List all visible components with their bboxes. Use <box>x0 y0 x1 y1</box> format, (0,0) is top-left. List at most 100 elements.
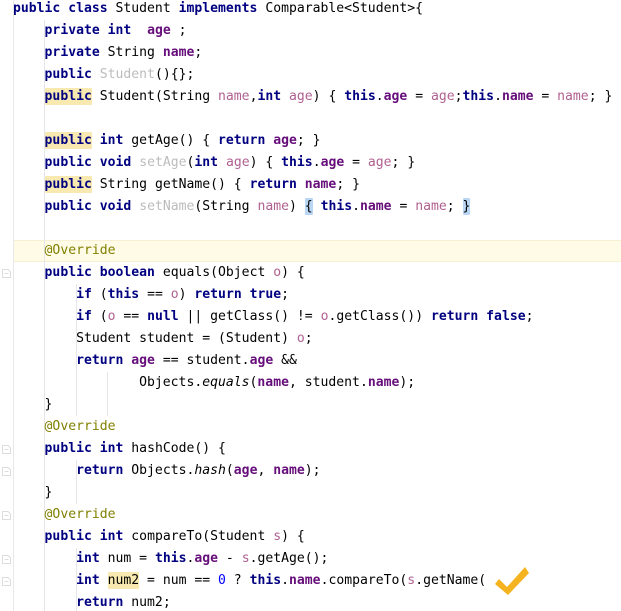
code-line[interactable]: public void setAge(int age) { this.age =… <box>0 152 621 174</box>
code-line[interactable]: return age == student.age && <box>0 350 621 372</box>
code-token: Student <box>76 331 132 346</box>
code-token: s <box>407 573 416 588</box>
code-token: name <box>218 89 250 104</box>
code-token: return <box>249 177 297 192</box>
code-token: = <box>344 155 368 170</box>
code-line[interactable]: private int age ; <box>0 20 621 42</box>
fold-collapse-icon[interactable] <box>2 269 11 278</box>
code-token: int <box>99 441 124 456</box>
code-token: name <box>304 177 337 192</box>
code-token: if <box>76 287 92 302</box>
code-token: == <box>139 287 171 302</box>
code-line[interactable]: } <box>0 482 621 504</box>
code-token: int <box>107 23 132 38</box>
code-line[interactable]: public boolean equals(Object o) { <box>0 262 621 284</box>
fold-collapse-icon[interactable] <box>2 577 11 586</box>
code-token: class <box>68 1 108 16</box>
fold-collapse-icon[interactable] <box>2 445 11 454</box>
code-line[interactable]: int num = this.age - s.getAge(); <box>0 548 621 570</box>
code-token: getName <box>154 177 211 192</box>
code-line[interactable]: return Objects.hash(age, name); <box>0 460 621 482</box>
fold-collapse-icon[interactable] <box>2 555 11 564</box>
code-line[interactable]: return num2; <box>0 592 621 611</box>
code-line[interactable]: public Student(String name,int age) { th… <box>0 86 621 108</box>
code-token: . <box>281 573 290 588</box>
code-token: o <box>273 265 282 280</box>
code-token: Student <box>115 1 171 16</box>
code-token: ) { <box>249 155 282 170</box>
code-token: ( <box>478 573 487 588</box>
code-token: () { <box>178 133 219 148</box>
code-token: , <box>257 463 274 478</box>
code-token: ; <box>304 331 313 346</box>
code-line[interactable] <box>0 108 621 130</box>
code-token: null <box>147 309 179 324</box>
code-token: 0 <box>218 573 226 588</box>
code-token: student <box>304 375 360 390</box>
code-token: ) { <box>281 265 305 280</box>
code-token: return <box>76 463 124 478</box>
code-line[interactable]: public void setName(String name) { this.… <box>0 196 621 218</box>
code-line[interactable]: public int getAge() { return age; } <box>0 130 621 152</box>
code-token: name <box>501 89 534 104</box>
code-token: s <box>241 551 250 566</box>
code-token: ; } <box>296 133 321 148</box>
code-token: o <box>107 309 116 324</box>
code-token: o <box>170 287 179 302</box>
code-surface[interactable]: public class Student implements Comparab… <box>0 0 621 611</box>
code-line[interactable]: public int compareTo(Student s) { <box>0 526 621 548</box>
code-line[interactable]: public String getName() { return name; } <box>0 174 621 196</box>
code-token: age <box>367 155 392 170</box>
code-token: } <box>44 485 53 500</box>
code-token: this <box>249 573 282 588</box>
code-token-highlighted: } <box>462 198 471 215</box>
code-token-highlighted: public <box>44 88 92 105</box>
code-token: Student <box>99 89 155 104</box>
code-line[interactable]: public class Student implements Comparab… <box>0 0 621 20</box>
code-token: () { <box>210 177 250 192</box>
editor-gutter[interactable] <box>0 0 14 611</box>
code-line[interactable]: Objects.equals(name, student.name); <box>0 372 621 394</box>
code-line[interactable]: @Override <box>0 416 621 438</box>
code-token: ( <box>225 463 234 478</box>
code-line[interactable]: if (o == null || getClass() != o.getClas… <box>0 306 621 328</box>
code-line[interactable]: int num2 = num == 0 ? this.name.compareT… <box>0 570 621 592</box>
code-token: ( <box>91 309 108 324</box>
code-token: getClass <box>210 309 274 324</box>
code-token: int <box>257 89 282 104</box>
fold-collapse-icon[interactable] <box>2 511 11 520</box>
code-token: this <box>462 89 495 104</box>
code-token: this <box>344 89 376 104</box>
code-line[interactable]: @Override <box>0 504 621 526</box>
code-token: ? <box>225 573 250 588</box>
code-editor[interactable]: public class Student implements Comparab… <box>0 0 621 611</box>
code-line[interactable]: private String name; <box>0 42 621 64</box>
code-line[interactable]: if (this == o) return true; <box>0 284 621 306</box>
code-line[interactable]: public Student(){}; <box>0 64 621 86</box>
fold-collapse-icon[interactable] <box>2 467 11 476</box>
code-token: age <box>194 551 219 566</box>
code-line[interactable] <box>0 218 621 240</box>
code-token: (); <box>304 551 329 566</box>
code-line[interactable]: @Override <box>0 240 621 262</box>
code-token-highlighted: { <box>304 198 313 215</box>
code-token: ) { <box>312 89 345 104</box>
code-line[interactable]: } <box>0 394 621 416</box>
code-line[interactable]: Student student = (Student) o; <box>0 328 621 350</box>
code-line[interactable]: public int hashCode() { <box>0 438 621 460</box>
